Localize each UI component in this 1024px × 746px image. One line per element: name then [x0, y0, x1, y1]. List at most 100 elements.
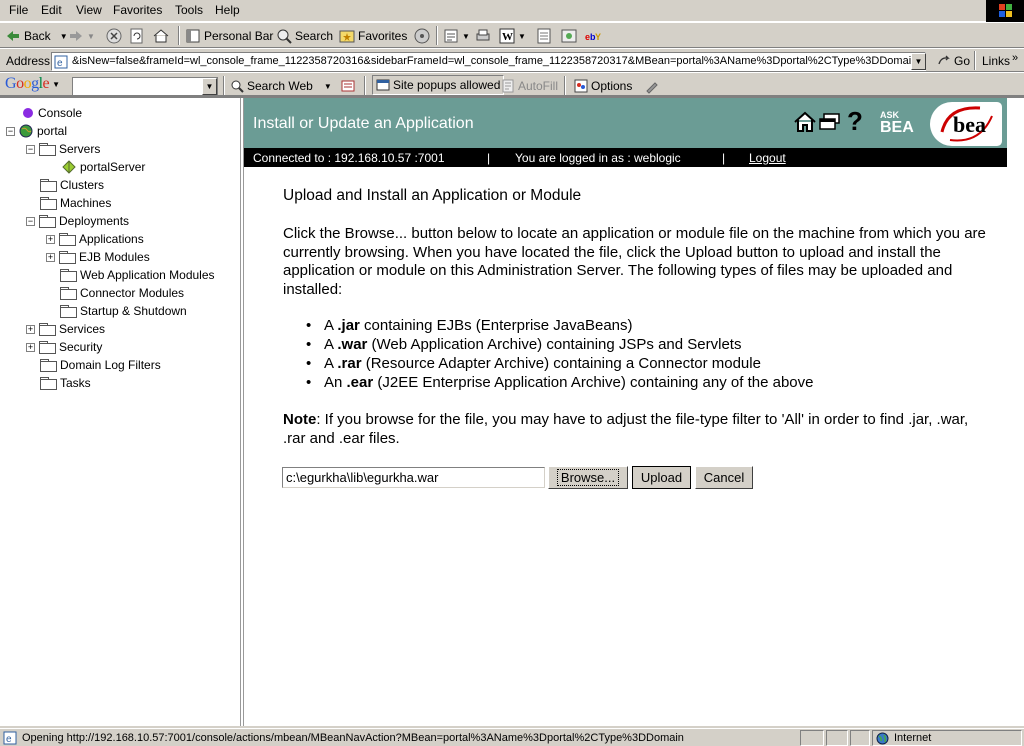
links-chevron-icon[interactable]: » [1012, 52, 1018, 64]
tree-item-startup-shutdown[interactable]: Startup & Shutdown [60, 303, 187, 319]
status-text: Opening http://192.168.10.57:7001/consol… [22, 732, 684, 744]
search-button[interactable]: Search [276, 27, 333, 45]
messenger-button[interactable] [561, 27, 577, 45]
upload-button[interactable]: Upload [632, 466, 691, 489]
menu-help[interactable]: Help [215, 3, 240, 17]
file-path-input[interactable] [282, 467, 545, 488]
tree-item-deployments[interactable]: − Deployments [26, 213, 129, 229]
collapse-icon[interactable]: − [26, 144, 35, 154]
file-types-list: A .jar containing EJBs (Enterprise JavaB… [304, 317, 813, 393]
google-menu-dropdown-icon[interactable]: ▼ [52, 80, 60, 89]
google-logo[interactable]: Google ▼ [5, 75, 60, 93]
tree-item-services[interactable]: + Services [26, 321, 105, 337]
print-icon [476, 29, 490, 41]
options-button[interactable]: Options [574, 77, 632, 95]
logout-link[interactable]: Logout [749, 151, 786, 165]
address-input[interactable]: e &isNew=false&frameId=wl_console_frame_… [51, 52, 926, 71]
media-button[interactable] [414, 27, 430, 45]
menu-tools[interactable]: Tools [175, 3, 203, 17]
console-icon [23, 108, 33, 118]
back-button[interactable]: Back ▼ [5, 27, 68, 45]
highlight-button[interactable] [644, 77, 660, 95]
folder-open-icon [39, 215, 56, 228]
history-dropdown-icon[interactable]: ▼ [462, 32, 470, 41]
favorites-icon [339, 30, 355, 43]
folder-icon [39, 341, 56, 354]
page-banner: Install or Update an Application ? ASK B… [244, 98, 1007, 148]
tree-item-tasks[interactable]: Tasks [40, 375, 91, 391]
popup-blocker-button[interactable]: Site popups allowed [372, 75, 505, 95]
google-search-dropdown-icon[interactable]: ▼ [202, 78, 217, 95]
forward-dropdown-icon[interactable]: ▼ [87, 32, 95, 41]
autofill-icon [502, 79, 514, 93]
edit-dropdown-icon[interactable]: ▼ [518, 32, 526, 41]
print-button[interactable] [475, 27, 491, 45]
bea-logo: bea [930, 102, 1002, 146]
tree-item-portal[interactable]: − portal [6, 123, 67, 139]
news-button[interactable] [340, 77, 356, 95]
folder-icon [59, 233, 76, 246]
main-frame: Install or Update an Application ? ASK B… [243, 98, 1024, 726]
expand-icon[interactable]: + [26, 342, 35, 352]
home-button[interactable] [153, 27, 169, 45]
expand-icon[interactable]: + [46, 252, 55, 262]
svg-text:e: e [6, 734, 12, 745]
home-icon[interactable] [794, 111, 816, 133]
tree-item-ejb-modules[interactable]: + EJB Modules [46, 249, 150, 265]
logged-in-text: You are logged in as : weblogic [515, 151, 681, 165]
menu-file[interactable]: File [9, 3, 28, 17]
tree-item-security[interactable]: + Security [26, 339, 102, 355]
note-paragraph: Note: If you browse for the file, you ma… [283, 411, 969, 447]
google-search-input[interactable] [72, 77, 218, 96]
list-item: A .rar (Resource Adapter Archive) contai… [304, 355, 813, 374]
autofill-button[interactable]: AutoFill [501, 77, 558, 95]
tree-item-machines[interactable]: Machines [40, 195, 111, 211]
cancel-button[interactable]: Cancel [695, 466, 753, 489]
stop-button[interactable] [106, 27, 122, 45]
svg-text:W: W [502, 31, 513, 43]
refresh-icon [130, 28, 143, 44]
tree-item-console[interactable]: Console [22, 105, 82, 121]
go-arrow-icon [938, 55, 950, 65]
help-icon[interactable]: ? [847, 106, 863, 137]
collapse-icon[interactable]: − [6, 126, 15, 136]
folder-icon [39, 323, 56, 336]
tree-item-connector-modules[interactable]: Connector Modules [60, 285, 184, 301]
ebay-button[interactable]: ebY [585, 27, 603, 45]
go-button[interactable]: Go [937, 52, 970, 70]
connection-bar: Connected to : 192.168.10.57 :7001 | You… [244, 148, 1007, 167]
refresh-button[interactable] [129, 27, 145, 45]
personal-bar-button[interactable]: Personal Bar [185, 27, 273, 45]
discuss-button[interactable] [536, 27, 552, 45]
favorites-button[interactable]: Favorites [339, 27, 407, 45]
tree-item-servers[interactable]: − Servers [26, 141, 100, 157]
menu-favorites[interactable]: Favorites [113, 3, 162, 17]
expand-icon[interactable]: + [46, 234, 55, 244]
search-web-dropdown-icon[interactable]: ▼ [324, 82, 332, 91]
domain-globe-icon [19, 124, 33, 138]
security-zone: Internet [872, 730, 1022, 746]
ask-bea-link[interactable]: BEA [880, 119, 914, 137]
forward-button[interactable]: ▼ [68, 27, 95, 45]
windows-icon[interactable] [819, 113, 841, 131]
browse-button[interactable]: Browse... [548, 466, 628, 489]
back-dropdown-icon[interactable]: ▼ [60, 32, 68, 41]
folder-icon [40, 359, 57, 372]
menu-edit[interactable]: Edit [41, 3, 62, 17]
menu-view[interactable]: View [76, 3, 102, 17]
edit-word-button[interactable]: W ▼ [499, 27, 526, 45]
search-web-button[interactable]: Search Web ▼ [230, 77, 332, 95]
history-icon [444, 29, 458, 43]
tree-item-web-app-modules[interactable]: Web Application Modules [60, 267, 215, 283]
tree-item-applications[interactable]: + Applications [46, 231, 144, 247]
links-label[interactable]: Links [982, 54, 1010, 68]
collapse-icon[interactable]: − [26, 216, 35, 226]
ebay-icon: ebY [585, 32, 601, 42]
address-dropdown-icon[interactable]: ▼ [911, 53, 926, 70]
tree-item-domain-log-filters[interactable]: Domain Log Filters [40, 357, 161, 373]
tree-item-clusters[interactable]: Clusters [40, 177, 104, 193]
list-item: A .jar containing EJBs (Enterprise JavaB… [304, 317, 813, 336]
tree-item-portalserver[interactable]: portalServer [62, 159, 145, 175]
history-button[interactable]: ▼ [443, 27, 470, 45]
expand-icon[interactable]: + [26, 324, 35, 334]
